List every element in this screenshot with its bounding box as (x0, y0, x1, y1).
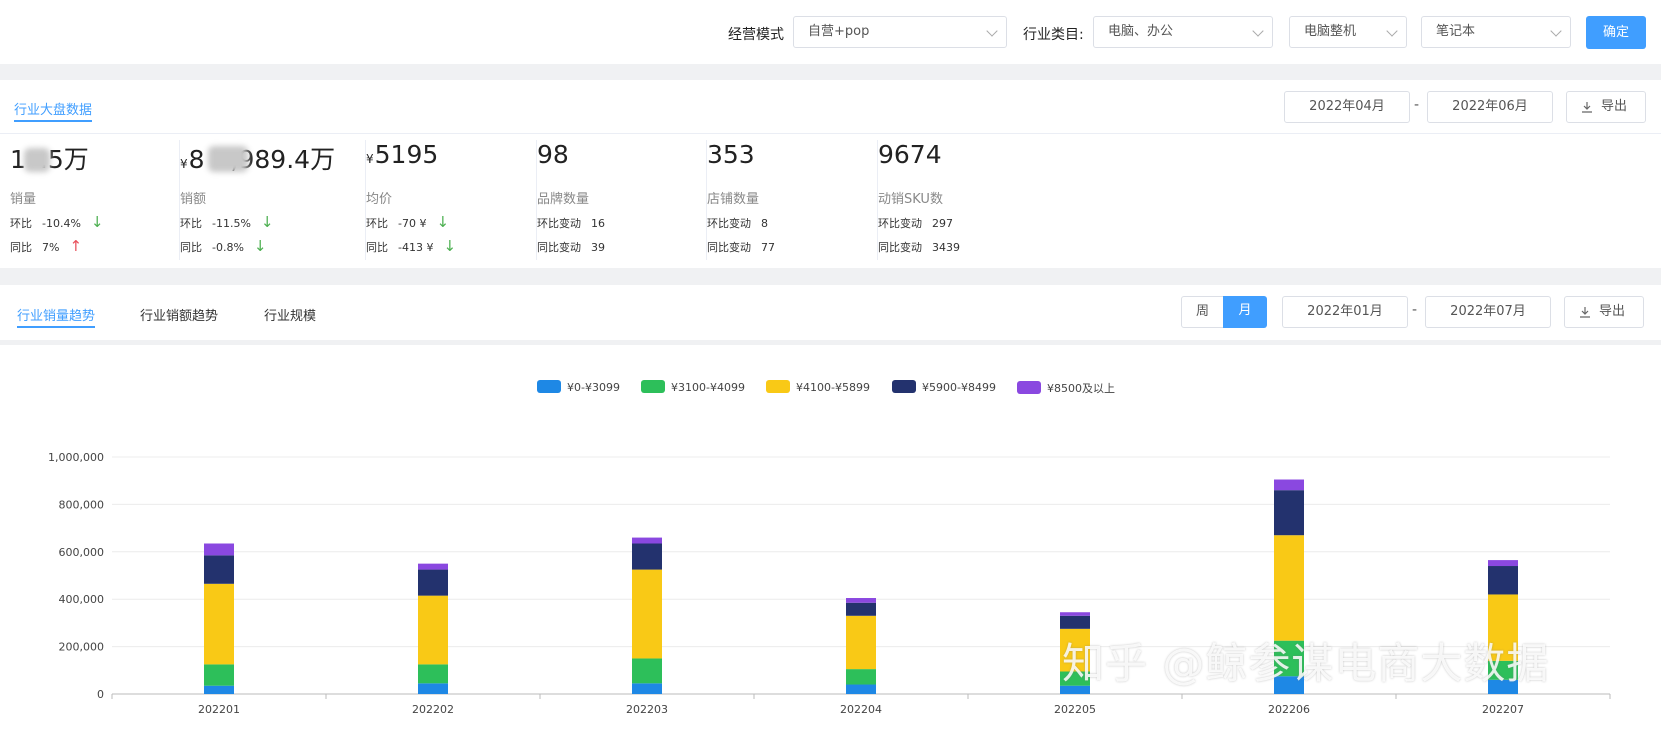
y-tick-label: 400,000 (59, 593, 105, 606)
y-tick-label: 1,000,000 (48, 451, 104, 464)
x-tick-label: 202207 (1482, 703, 1524, 716)
y-tick-label: 200,000 (59, 641, 105, 654)
watermark: 知乎 @鲸参谋电商大数据 (1062, 639, 1550, 688)
bar-segment (418, 664, 448, 684)
bar-segment (1488, 560, 1518, 567)
bar-segment (204, 543, 234, 556)
bar-segment (846, 598, 876, 603)
bar-segment (204, 583, 234, 665)
x-tick-label: 202204 (840, 703, 882, 716)
x-tick-label: 202201 (198, 703, 240, 716)
y-tick-label: 800,000 (59, 498, 105, 511)
bar-segment (418, 563, 448, 570)
bar-segment (204, 555, 234, 584)
bar-segment (632, 543, 662, 570)
bar-segment (1488, 566, 1518, 595)
bar-segment (1274, 490, 1304, 536)
bar-segment (418, 683, 448, 694)
bar-segment (1060, 612, 1090, 616)
stacked-bar-chart: 0 200,000 400,000 600,000 800,000 1,000,000 20… (48, 451, 1611, 716)
bar-segment (632, 683, 662, 694)
bar-segment (632, 537, 662, 544)
bar-segment (632, 569, 662, 659)
bar-segment (846, 602, 876, 616)
y-tick-label: 0 (97, 688, 104, 701)
bar-segment (846, 615, 876, 670)
x-tick-label: 202205 (1054, 703, 1096, 716)
bar-segment (1274, 479, 1304, 491)
x-tick-label: 202203 (626, 703, 668, 716)
bar-segment (204, 664, 234, 686)
x-tick-label: 202202 (412, 703, 454, 716)
bar-segment (1060, 615, 1090, 629)
bar-segment (1274, 535, 1304, 641)
x-tick-label: 202206 (1268, 703, 1310, 716)
y-tick-label: 600,000 (59, 546, 105, 559)
bar-segment (418, 569, 448, 596)
bar-segment (418, 595, 448, 665)
bar-segment (632, 658, 662, 684)
bar-segment (204, 685, 234, 694)
bar-segment (846, 684, 876, 694)
bar-segment (846, 669, 876, 685)
